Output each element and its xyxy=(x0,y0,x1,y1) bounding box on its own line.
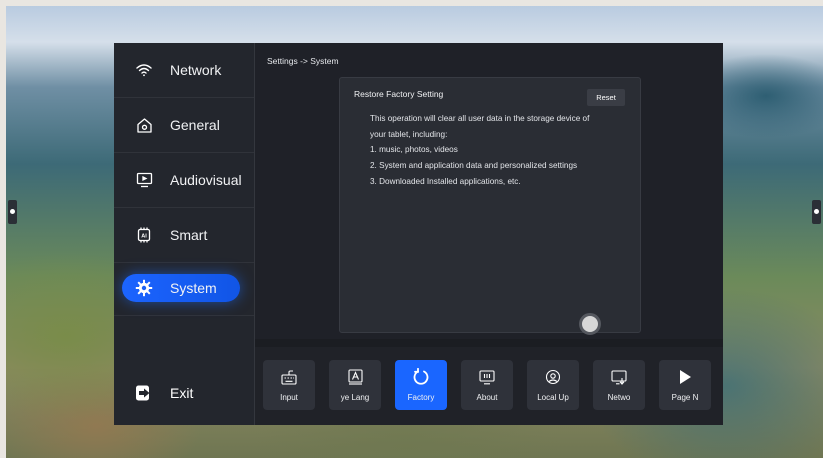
sidebar-item-label: General xyxy=(170,117,220,133)
description-line: your tablet, including: xyxy=(370,129,448,139)
wifi-icon xyxy=(135,61,153,79)
divider xyxy=(255,339,723,347)
language-icon xyxy=(346,368,364,386)
info-monitor-icon xyxy=(478,368,496,386)
sidebar-item-label: System xyxy=(170,280,217,296)
floating-touch-button[interactable] xyxy=(579,313,601,335)
sidebar-item-label: Smart xyxy=(170,227,208,243)
tile-label: Input xyxy=(280,393,298,402)
tile-network-update[interactable]: Netwo xyxy=(593,360,645,410)
card-title: Restore Factory Setting xyxy=(354,89,444,99)
reset-description: This operation will clear all user data … xyxy=(370,111,589,190)
sidebar-item-network[interactable]: Network xyxy=(114,43,254,98)
sidebar-item-label: Audiovisual xyxy=(170,172,242,188)
tile-input[interactable]: Input xyxy=(263,360,315,410)
breadcrumb: Settings -> System xyxy=(267,56,339,66)
play-icon xyxy=(676,368,694,386)
description-line: This operation will clear all user data … xyxy=(370,114,590,123)
tile-label: Local Up xyxy=(537,393,569,402)
sidebar-item-smart[interactable]: AI Smart xyxy=(114,208,254,263)
svg-text:AI: AI xyxy=(141,234,147,240)
description-line: 2. System and application data and perso… xyxy=(370,161,578,171)
right-side-handle[interactable] xyxy=(812,200,821,224)
network-update-icon xyxy=(610,368,628,386)
restore-icon xyxy=(412,368,430,386)
gear-icon xyxy=(135,279,153,297)
tile-label: Page N xyxy=(671,393,699,402)
tile-label: ye Lang xyxy=(340,393,370,402)
monitor-icon xyxy=(135,171,153,189)
exit-icon xyxy=(135,384,153,402)
settings-panel: Network General Audiovisual AI Smart Sys… xyxy=(114,43,723,425)
exit-label: Exit xyxy=(170,385,194,401)
sidebar: Network General Audiovisual AI Smart Sys… xyxy=(114,43,255,425)
keyboard-icon xyxy=(280,368,298,386)
exit-button[interactable]: Exit xyxy=(114,369,254,417)
function-tile-bar: Input ye Lang Factory About Local Up Net… xyxy=(255,347,723,425)
local-update-icon xyxy=(544,368,562,386)
tile-label: About xyxy=(476,393,498,402)
factory-reset-card: Restore Factory Setting Reset This opera… xyxy=(339,77,641,333)
tile-label: Factory xyxy=(407,393,435,402)
sidebar-item-system[interactable]: System xyxy=(114,261,254,316)
tile-local-update[interactable]: Local Up xyxy=(527,360,579,410)
left-side-handle[interactable] xyxy=(8,200,17,224)
tile-page-next[interactable]: Page N xyxy=(659,360,711,410)
reset-button[interactable]: Reset xyxy=(587,89,625,106)
sidebar-item-audiovisual[interactable]: Audiovisual xyxy=(114,153,254,208)
sidebar-item-general[interactable]: General xyxy=(114,98,254,153)
ai-chip-icon: AI xyxy=(135,226,153,244)
home-settings-icon xyxy=(135,116,153,134)
main-content: Settings -> System Restore Factory Setti… xyxy=(255,43,723,339)
description-line: 1. music, photos, videos xyxy=(370,145,458,155)
tile-factory[interactable]: Factory xyxy=(395,360,447,410)
sidebar-item-label: Network xyxy=(170,62,222,78)
description-line: 3. Downloaded Installed applications, et… xyxy=(370,176,521,186)
tile-about[interactable]: About xyxy=(461,360,513,410)
tile-label: Netwo xyxy=(607,393,631,402)
tile-language[interactable]: ye Lang xyxy=(329,360,381,410)
